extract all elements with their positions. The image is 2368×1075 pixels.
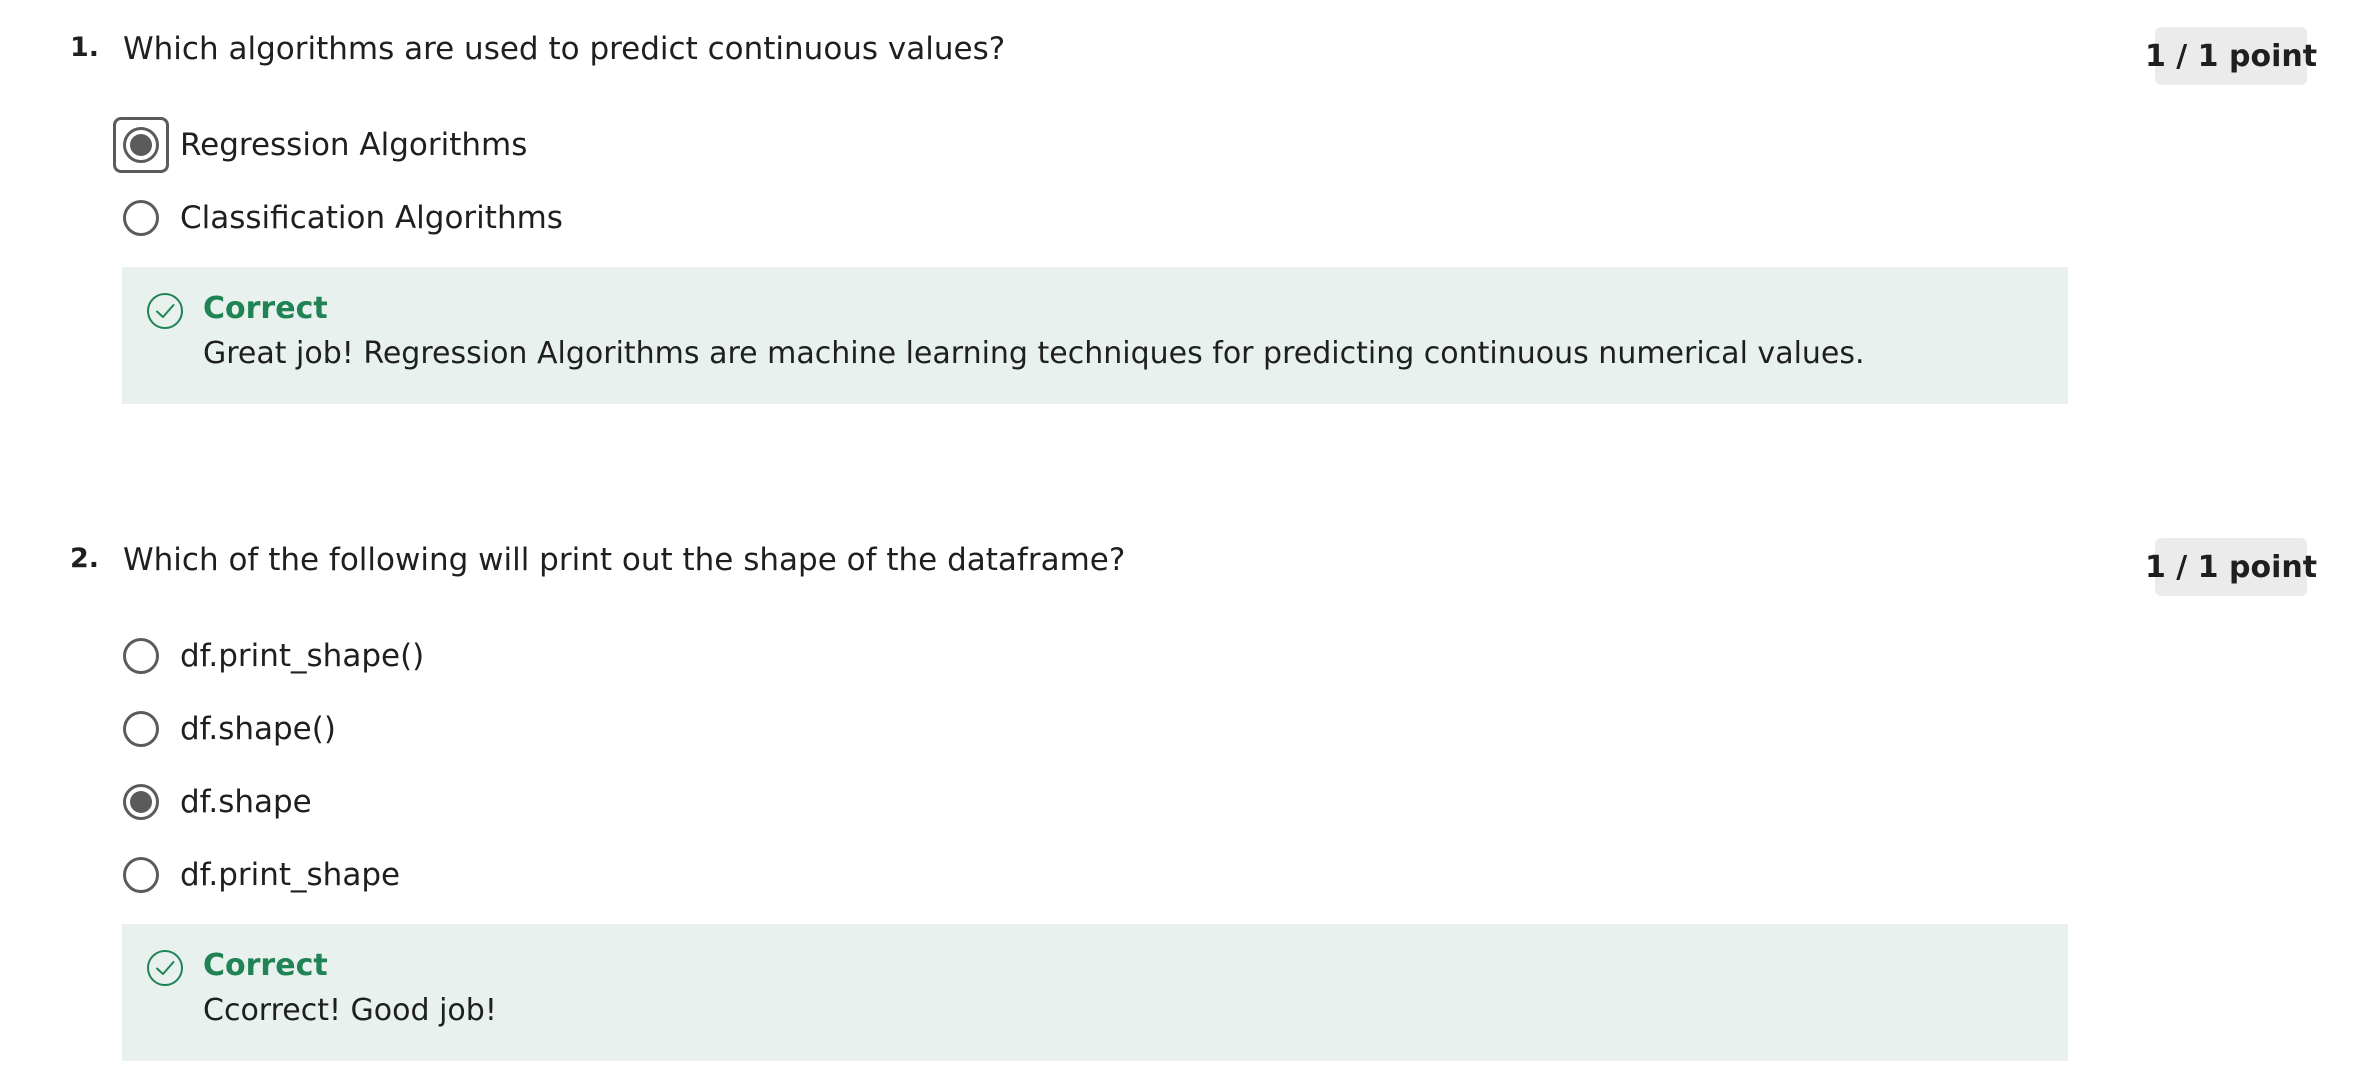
option-df-print-shape-call[interactable]: df.print_shape() <box>113 626 424 686</box>
question-text: Which of the following will print out th… <box>123 542 1126 578</box>
feedback-panel: Correct Great job! Regression Algorithms… <box>122 267 2068 404</box>
check-circle-icon <box>147 950 183 986</box>
radio-dot <box>130 134 152 156</box>
radio-button[interactable] <box>123 857 159 893</box>
feedback-status: Correct <box>203 291 328 326</box>
option-label: Classification Algorithms <box>180 200 563 236</box>
option-regression-algorithms[interactable]: Regression Algorithms <box>113 115 527 175</box>
radio-button-selected[interactable] <box>123 127 159 163</box>
question-number: 1. <box>70 32 100 63</box>
radio-wrapper[interactable] <box>113 774 169 830</box>
radio-button-selected[interactable] <box>123 784 159 820</box>
option-classification-algorithms[interactable]: Classification Algorithms <box>113 188 563 248</box>
radio-wrapper[interactable] <box>113 628 169 684</box>
option-label: df.print_shape <box>180 857 401 893</box>
radio-button[interactable] <box>123 711 159 747</box>
radio-wrapper[interactable] <box>113 847 169 903</box>
question-text: Which algorithms are used to predict con… <box>123 31 1006 67</box>
radio-button[interactable] <box>123 638 159 674</box>
radio-dot <box>130 791 152 813</box>
option-label: Regression Algorithms <box>180 127 528 163</box>
option-label: df.print_shape() <box>180 638 425 674</box>
feedback-message: Great job! Regression Algorithms are mac… <box>203 336 1865 371</box>
option-label: df.shape <box>180 784 312 820</box>
question-number: 2. <box>70 543 100 574</box>
radio-wrapper[interactable] <box>113 701 169 757</box>
radio-button[interactable] <box>123 200 159 236</box>
check-circle-icon <box>147 293 183 329</box>
option-label: df.shape() <box>180 711 336 747</box>
option-df-print-shape[interactable]: df.print_shape <box>113 845 400 905</box>
feedback-message: Ccorrect! Good job! <box>203 993 497 1028</box>
radio-wrapper[interactable] <box>113 190 169 246</box>
option-df-shape[interactable]: df.shape <box>113 772 312 832</box>
points-badge: 1 / 1 point <box>2145 538 2317 596</box>
feedback-panel: Correct Ccorrect! Good job! <box>122 924 2068 1061</box>
points-badge: 1 / 1 point <box>2145 27 2317 85</box>
feedback-status: Correct <box>203 948 328 983</box>
radio-focus-ring[interactable] <box>113 117 169 173</box>
option-df-shape-call[interactable]: df.shape() <box>113 699 336 759</box>
